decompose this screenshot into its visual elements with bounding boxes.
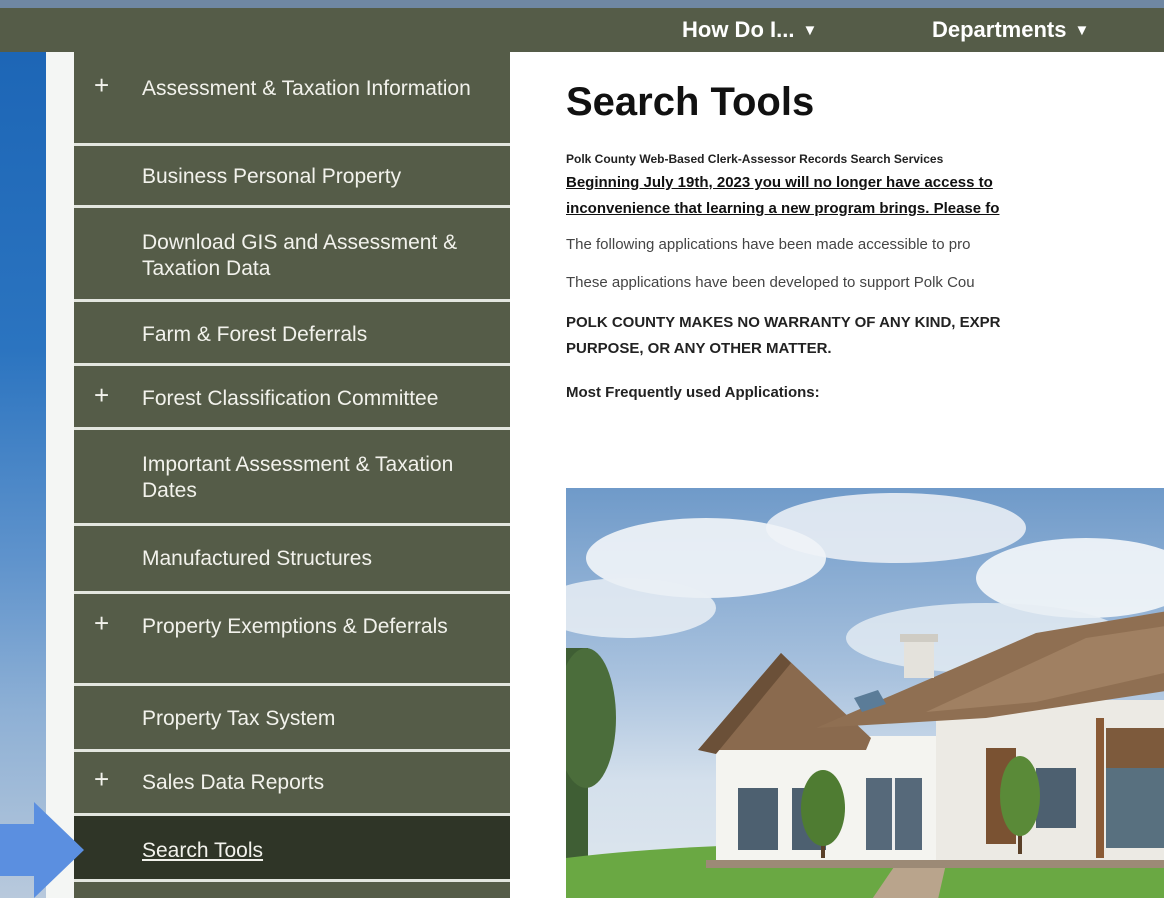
sidebar-item-label: Important Assessment & Taxation Dates: [142, 453, 454, 502]
plus-icon[interactable]: +: [94, 766, 109, 792]
support-paragraph: These applications have been developed t…: [566, 274, 975, 291]
sidebar-item-label: Property Exemptions & Deferrals: [142, 615, 448, 638]
sidebar-item-important-dates[interactable]: Important Assessment & Taxation Dates: [74, 430, 510, 526]
page-title: Search Tools: [566, 80, 815, 124]
nav-how-do-i-label: How Do I...: [682, 17, 795, 42]
frequent-apps-heading: Most Frequently used Applications:: [566, 384, 820, 401]
sidebar-item-label: Business Personal Property: [142, 165, 402, 188]
sidebar-item-search-tools[interactable]: Search Tools: [74, 816, 510, 882]
arrow-pointer-icon: [0, 802, 84, 898]
page-gutter: [46, 52, 74, 898]
house-hero-image: [566, 488, 1164, 898]
sidebar-item-business-personal-property[interactable]: Business Personal Property: [74, 146, 510, 208]
main-content: Search Tools Polk County Web-Based Clerk…: [510, 52, 1164, 898]
sidebar-item-label: Download GIS and Assessment & Taxation D…: [142, 231, 458, 280]
sidebar-item-sales-data-reports[interactable]: + Sales Data Reports: [74, 752, 510, 816]
house-illustration: [566, 493, 1164, 898]
top-navigation-bar: How Do I... ▼ Departments ▼: [0, 8, 1164, 52]
sidebar-item-label: Search Tools: [142, 839, 264, 862]
notice-link-line-2[interactable]: inconvenience that learning a new progra…: [566, 200, 999, 217]
sidebar-item-label: Sales Data Reports: [142, 771, 325, 794]
sidebar-item-label: Forest Classification Committee: [142, 387, 439, 410]
top-accent-strip: [0, 0, 1164, 8]
sidebar-item-farm-forest-deferrals[interactable]: Farm & Forest Deferrals: [74, 302, 510, 366]
sidebar-item-label: Manufactured Structures: [142, 547, 372, 570]
warranty-disclaimer-line-2: PURPOSE, OR ANY OTHER MATTER.: [566, 340, 832, 357]
background-sky-image: [0, 52, 46, 898]
plus-icon[interactable]: +: [94, 382, 109, 408]
nav-how-do-i[interactable]: How Do I... ▼: [682, 16, 817, 45]
sidebar-item-property-exemptions-deferrals[interactable]: + Property Exemptions & Deferrals: [74, 594, 510, 686]
notice-link-line-1[interactable]: Beginning July 19th, 2023 you will no lo…: [566, 174, 993, 191]
plus-icon[interactable]: +: [94, 610, 109, 636]
sidebar-item-assessment-taxation-information[interactable]: + Assessment & Taxation Information: [74, 56, 510, 146]
warranty-disclaimer-line-1: POLK COUNTY MAKES NO WARRANTY OF ANY KIN…: [566, 314, 1001, 331]
caret-down-icon: ▼: [1074, 22, 1090, 39]
sidebar-item-forest-classification-committee[interactable]: + Forest Classification Committee: [74, 366, 510, 430]
sidebar-item-property-tax-system[interactable]: Property Tax System: [74, 686, 510, 752]
sidebar-navigation: + Assessment & Taxation Information Busi…: [74, 52, 510, 898]
sidebar-item-manufactured-structures[interactable]: Manufactured Structures: [74, 526, 510, 594]
nav-departments[interactable]: Departments ▼: [932, 16, 1089, 45]
intro-paragraph: The following applications have been mad…: [566, 236, 971, 253]
sidebar-item-download-gis-data[interactable]: Download GIS and Assessment & Taxation D…: [74, 208, 510, 302]
page-subtitle: Polk County Web-Based Clerk-Assessor Rec…: [566, 152, 944, 166]
sidebar-item-label: Farm & Forest Deferrals: [142, 323, 368, 346]
caret-down-icon: ▼: [802, 22, 818, 39]
sidebar-item-label: Assessment & Taxation Information: [142, 77, 471, 100]
sidebar-item-label: Property Tax System: [142, 707, 336, 730]
nav-departments-label: Departments: [932, 17, 1067, 42]
plus-icon[interactable]: +: [94, 72, 109, 98]
